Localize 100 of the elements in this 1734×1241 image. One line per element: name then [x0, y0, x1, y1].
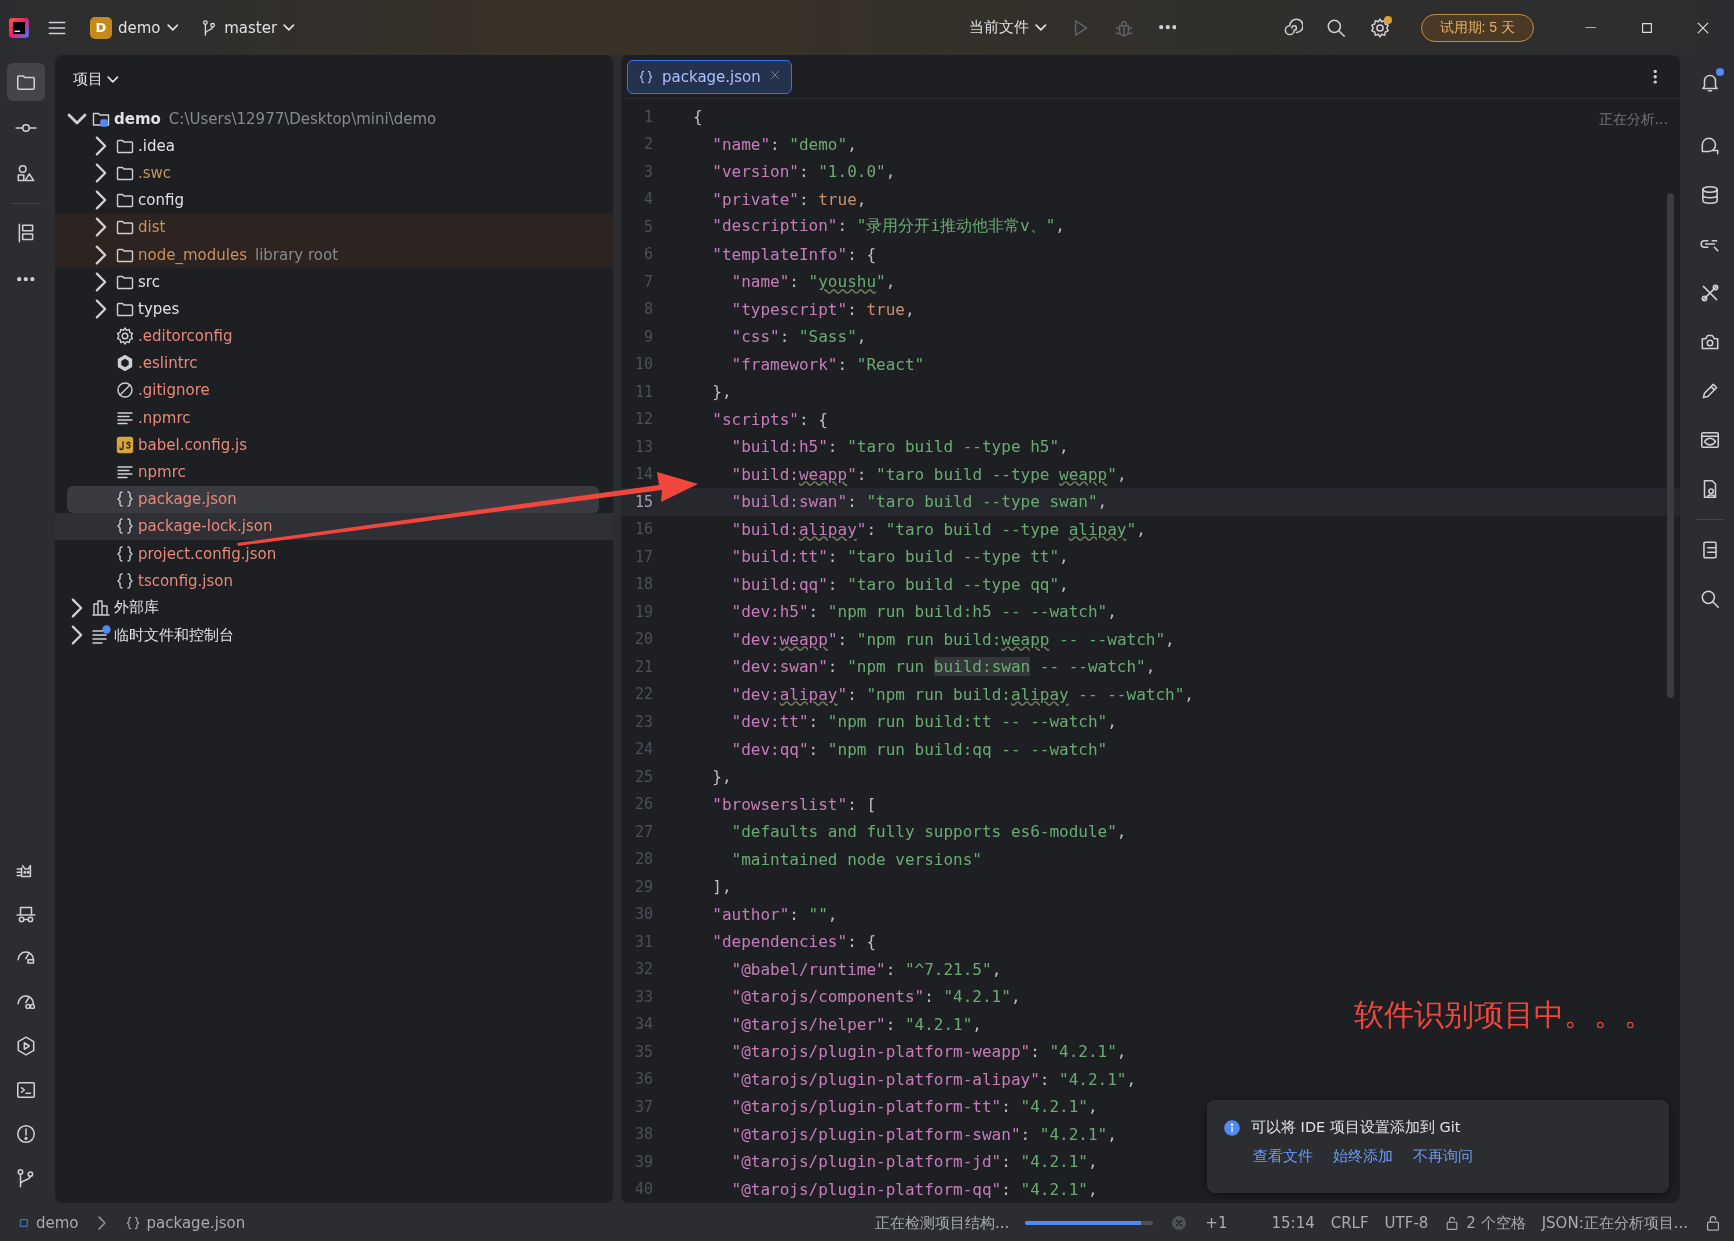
folder-button[interactable]	[7, 63, 45, 101]
tree-label[interactable]: node_modules	[138, 245, 247, 264]
language-status[interactable]: JSON:正在分析项目...	[1541, 1213, 1688, 1233]
notification-dot	[1383, 15, 1392, 24]
code-line: "name": "demo",	[711, 134, 857, 154]
tree-label[interactable]: demo	[114, 109, 161, 128]
code-line: "@tarojs/plugin-platform-qq": "4.2.1",	[730, 1179, 1098, 1199]
code-line: "description": "录用分开i推动他非常v、",	[711, 216, 1065, 238]
tree-label[interactable]: .npmrc	[138, 408, 191, 427]
close-icon	[768, 69, 781, 81]
gauge-icon	[17, 951, 35, 965]
chevron-icon	[1034, 24, 1047, 31]
tree-label[interactable]: npmrc	[138, 463, 186, 482]
chevron-icon	[166, 24, 179, 31]
path-hint: C:\Users\12977\Desktop\mini\demo	[168, 109, 437, 128]
breadcrumb[interactable]: package.json	[124, 1214, 246, 1232]
line-ending[interactable]: CRLF	[1330, 1214, 1369, 1232]
tree-label[interactable]: package.json	[138, 490, 237, 509]
more-icon	[1158, 25, 1177, 30]
code-line: "name": "youshu",	[730, 272, 896, 292]
scrollbar[interactable]	[1667, 193, 1674, 698]
analysis-status: 正在分析...	[1598, 111, 1668, 129]
panel-title-dropdown[interactable]: 项目	[67, 68, 125, 90]
tree-label[interactable]: .idea	[138, 136, 175, 155]
tree-row[interactable]: dist	[55, 213, 613, 241]
code-line: "dev:alipay": "npm run build:alipay -- --watch",	[730, 684, 1194, 704]
notification-message: 可以将 IDE 项目设置添加到 Git	[1251, 1118, 1461, 1137]
breadcrumb[interactable]: demo	[18, 1214, 79, 1232]
path-hint: library root	[254, 245, 339, 264]
more-tasks-button[interactable]: +1	[1205, 1214, 1228, 1232]
code-line: },	[711, 382, 732, 402]
code-line: "build:h5": "taro build --type h5",	[730, 437, 1069, 457]
caret-position[interactable]: 15:14	[1271, 1214, 1315, 1232]
progress-label: 正在检测项目结构...	[875, 1213, 1010, 1233]
braces-icon	[115, 543, 135, 564]
terminal-icon	[15, 1079, 37, 1101]
code-line: "author": "",	[711, 904, 838, 924]
notification-link[interactable]: 不再询问	[1413, 1147, 1473, 1166]
tree-label[interactable]: babel.config.js	[138, 435, 248, 454]
tree-label[interactable]: 临时文件和控制台	[114, 625, 234, 645]
chevron-icon	[107, 75, 119, 83]
code-line: "@tarojs/components": "4.2.1",	[730, 987, 1021, 1007]
code-line: "dev:tt": "npm run build:tt -- --watch",	[730, 712, 1117, 732]
notification-dot	[1716, 68, 1724, 76]
tree-label[interactable]: config	[138, 191, 184, 210]
code-line: ],	[711, 877, 732, 897]
code-line: "@tarojs/plugin-platform-jd": "4.2.1",	[730, 1152, 1098, 1172]
tree-row[interactable]: package.json	[67, 485, 599, 513]
braces-icon	[115, 570, 135, 591]
project-switcher[interactable]: D demo	[84, 12, 185, 43]
more-icon	[17, 276, 35, 282]
eye-icon	[1699, 429, 1721, 451]
code-line: "dev:h5": "npm run build:h5 -- --watch",	[730, 602, 1117, 622]
code-line: "private": true,	[711, 189, 867, 209]
square-icon	[18, 1217, 30, 1229]
code-line: "typescript": true,	[730, 299, 915, 319]
alert-icon	[15, 1123, 37, 1145]
code-line: },	[711, 767, 732, 787]
tree-label[interactable]: 外部库	[114, 598, 159, 618]
run-config-dropdown[interactable]: 当前文件	[962, 14, 1053, 41]
code-line: "build:qq": "taro build --type qq",	[730, 574, 1069, 594]
tree-label[interactable]: src	[138, 272, 160, 291]
tree-label[interactable]: .gitignore	[138, 381, 210, 400]
file-encoding[interactable]: UTF-8	[1384, 1214, 1429, 1232]
settings-icon	[115, 326, 135, 347]
tree-label[interactable]: types	[138, 299, 180, 318]
hexagon-icon	[115, 353, 135, 374]
tree-label[interactable]: .swc	[138, 163, 172, 182]
code-line: "framework": "React"	[730, 354, 925, 374]
info-icon	[1223, 1118, 1241, 1137]
code-line: "version": "1.0.0",	[711, 162, 896, 182]
code-line: "@tarojs/plugin-platform-weapp": "4.2.1",	[730, 1042, 1127, 1062]
code-line: "build:weapp": "taro build --type weapp",	[730, 464, 1127, 484]
tree-label[interactable]: tsconfig.json	[138, 571, 234, 590]
code-line: "@tarojs/plugin-platform-swan": "4.2.1",	[730, 1124, 1117, 1144]
editor-tab[interactable]: package.json	[627, 59, 792, 94]
play-icon	[15, 1035, 37, 1057]
notification-link[interactable]: 始终添加	[1333, 1147, 1393, 1166]
notification-link[interactable]: 查看文件	[1253, 1147, 1313, 1166]
chevron-icon	[283, 24, 295, 31]
tree-label[interactable]: dist	[138, 218, 166, 237]
trial-badge[interactable]: 试用期: 5 天	[1420, 13, 1534, 42]
database-icon	[1699, 184, 1721, 206]
tree-label[interactable]: .eslintrc	[138, 354, 198, 373]
code-line: "templateInfo": {	[711, 244, 877, 264]
branch-switcher[interactable]: master	[194, 14, 301, 41]
indent-setting[interactable]: 2 个空格	[1444, 1213, 1526, 1233]
tree-label[interactable]: project.config.json	[138, 544, 277, 563]
ignore-icon	[115, 380, 135, 401]
tree-row[interactable]: node_modules library root	[55, 240, 613, 269]
braces-icon	[115, 489, 135, 510]
tree-label[interactable]: .editorconfig	[138, 327, 233, 346]
code-line: "build:swan": "taro build --type swan",	[730, 492, 1108, 512]
code-line: "dev:qq": "npm run build:qq -- --watch"	[730, 739, 1108, 759]
code-line: "@tarojs/helper": "4.2.1",	[730, 1014, 982, 1034]
tree-label[interactable]: package-lock.json	[138, 517, 273, 536]
annotation-text: 软件识别项目中。。。	[1354, 996, 1654, 1034]
more-icon	[1653, 69, 1657, 84]
lock-icon	[1704, 1214, 1722, 1232]
braces-icon	[115, 516, 135, 537]
